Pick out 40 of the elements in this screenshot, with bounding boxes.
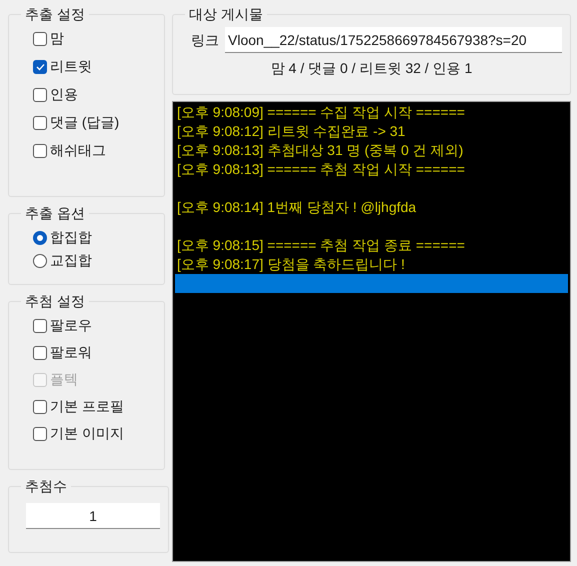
log-line[interactable]: [오후 9:08:13] ====== 추첨 작업 시작 ====== [175, 160, 568, 179]
checkbox[interactable] [33, 400, 47, 414]
group-title: 추출 옵션 [24, 204, 86, 223]
checkbox-label: 해쉬태그 [50, 141, 106, 160]
checkbox[interactable] [33, 32, 47, 46]
group-title: 추첨 설정 [24, 292, 86, 311]
checkbox[interactable] [33, 346, 47, 360]
radio-button[interactable] [33, 230, 47, 244]
number-input[interactable]: 1 [26, 503, 160, 529]
radio-button[interactable] [33, 254, 47, 268]
checkbox[interactable] [33, 88, 47, 102]
group-title: 추출 설정 [24, 5, 86, 24]
checkmark-icon [36, 62, 44, 70]
log-line[interactable]: [오후 9:08:12] 리트윗 수집완료 -> 31 [175, 122, 568, 141]
link-input[interactable]: Vloon__22/status/1752258669784567938?s=20 [225, 27, 562, 53]
checkbox-label: 댓글 (답글) [50, 113, 120, 132]
log-line[interactable]: [오후 9:08:13] 추첨대상 31 명 (중복 0 건 제외) [175, 141, 568, 160]
checkbox-label: 플텍 [50, 370, 78, 389]
log-line[interactable]: [오후 9:08:15] ====== 추첨 작업 종료 ====== [175, 236, 568, 255]
radio-label: 합집합 [50, 228, 92, 247]
checkbox-label: 맘 [50, 29, 64, 48]
group-title: 대상 게시물 [188, 5, 264, 24]
checkbox-label: 기본 이미지 [50, 424, 124, 443]
checkbox-label: 팔로워 [50, 343, 92, 362]
log-line[interactable]: [오후 9:08:09] ====== 수집 작업 시작 ====== [175, 103, 568, 122]
checkbox-label: 리트윗 [50, 57, 92, 76]
checkbox[interactable] [33, 426, 47, 440]
post-stats: 맘 4 / 댓글 0 / 리트윗 32 / 인용 1 [270, 59, 474, 78]
checkbox-label: 인용 [50, 85, 78, 104]
checkbox-label: 기본 프로필 [50, 397, 124, 416]
checkbox[interactable] [33, 116, 47, 130]
group-title: 추첨수 [24, 477, 68, 496]
link-label: 링크 [191, 30, 219, 50]
checkbox[interactable] [33, 144, 47, 158]
radio-label: 교집합 [50, 251, 92, 270]
checkbox-label: 팔로우 [50, 316, 92, 335]
checkbox[interactable] [33, 60, 47, 74]
log-line[interactable]: [오후 9:08:14] 1번째 당첨자 ! @ljhgfda [175, 198, 568, 217]
checkbox[interactable] [33, 318, 47, 332]
log-line[interactable]: [오후 9:08:17] 당첨을 축하드립니다 ! [175, 255, 568, 274]
